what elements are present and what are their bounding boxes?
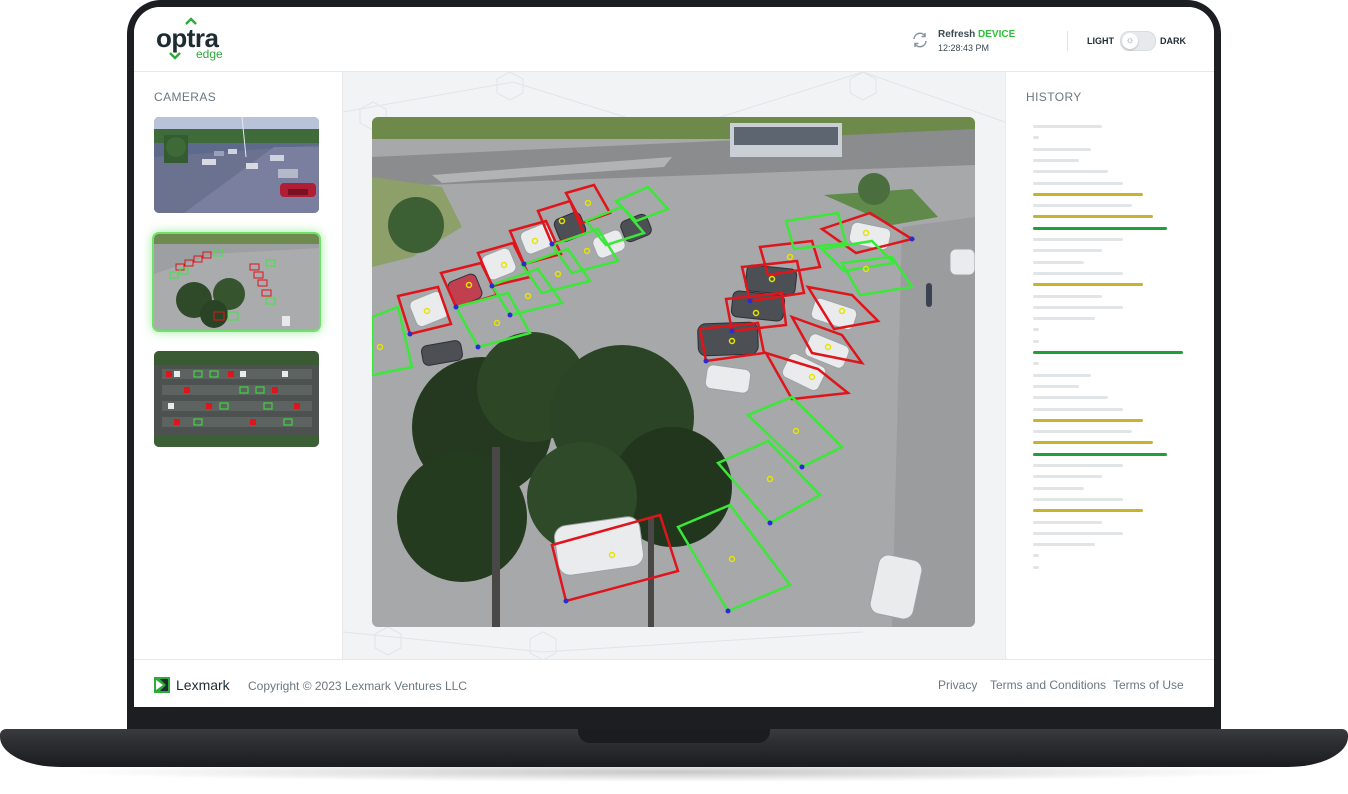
history-entry[interactable] <box>1033 464 1123 467</box>
camera-2-image <box>154 234 319 330</box>
logo-subtitle: edge <box>196 47 223 61</box>
history-entry[interactable] <box>1033 181 1123 185</box>
history-entry[interactable] <box>1033 531 1123 535</box>
history-entry[interactable] <box>1033 384 1079 388</box>
history-entry[interactable] <box>1033 147 1091 151</box>
history-entry[interactable] <box>1033 543 1095 547</box>
theme-dark-label[interactable]: DARK <box>1160 36 1186 46</box>
history-entry[interactable] <box>1033 238 1123 241</box>
history-entry[interactable] <box>1033 452 1167 456</box>
history-entry[interactable] <box>1033 158 1079 162</box>
history-entry[interactable] <box>1033 441 1153 445</box>
history-entry[interactable] <box>1033 283 1143 287</box>
history-entry[interactable] <box>1033 520 1102 524</box>
history-entry[interactable] <box>1033 351 1183 354</box>
history-entry[interactable] <box>1033 362 1039 366</box>
terms-and-conditions-link[interactable]: Terms and Conditions <box>990 678 1106 692</box>
cameras-title: CAMERAS <box>154 90 217 104</box>
history-entry[interactable] <box>1033 226 1167 230</box>
history-entry[interactable] <box>1033 305 1123 309</box>
camera-3-image <box>154 351 319 447</box>
refresh-label: Refresh DEVICE <box>938 29 1015 40</box>
app-screen: optra edge Refresh DEVICE 12:28:43 PM LI… <box>134 7 1214 707</box>
footer: Lexmark Copyright © 2023 Lexmark Venture… <box>134 659 1214 707</box>
copyright-text: Copyright © 2023 Lexmark Ventures LLC <box>248 679 467 693</box>
history-entry[interactable] <box>1033 509 1143 513</box>
camera-thumbnail-3[interactable] <box>154 351 319 447</box>
theme-toggle[interactable]: LIGHT ☼ DARK <box>1087 31 1187 51</box>
history-entry[interactable] <box>1033 554 1039 558</box>
history-entry[interactable] <box>1033 125 1102 128</box>
history-title: HISTORY <box>1026 90 1082 104</box>
camera-1-image <box>154 117 319 213</box>
history-entry[interactable] <box>1033 215 1153 219</box>
history-entry[interactable] <box>1033 339 1039 343</box>
camera-thumbnail-2[interactable] <box>154 234 319 330</box>
history-panel: HISTORY <box>1005 72 1214 659</box>
history-entry[interactable] <box>1033 475 1102 479</box>
laptop-notch <box>578 729 770 743</box>
history-entry[interactable] <box>1033 486 1084 490</box>
caret-down-icon <box>169 52 181 60</box>
lexmark-logo-icon <box>154 677 170 693</box>
history-entry[interactable] <box>1033 192 1143 196</box>
refresh-prefix: Refresh <box>938 29 976 40</box>
history-entry[interactable] <box>1033 170 1108 174</box>
theme-light-label[interactable]: LIGHT <box>1087 36 1114 46</box>
history-entry[interactable] <box>1033 260 1084 264</box>
sun-icon: ☼ <box>1122 33 1138 49</box>
parking-lot-image <box>372 117 975 627</box>
history-entry[interactable] <box>1033 249 1102 253</box>
history-entry[interactable] <box>1033 136 1039 140</box>
optra-edge-logo[interactable]: optra edge <box>156 17 236 63</box>
history-entry[interactable] <box>1033 317 1095 321</box>
live-camera-feed[interactable] <box>372 117 975 627</box>
brand-name: Lexmark <box>176 677 230 693</box>
main-view-area <box>343 72 1005 659</box>
header-divider <box>1067 31 1068 51</box>
camera-thumbnail-1[interactable] <box>154 117 319 213</box>
history-entry[interactable] <box>1033 497 1123 501</box>
top-bar: optra edge Refresh DEVICE 12:28:43 PM LI… <box>134 7 1214 72</box>
cameras-panel: CAMERAS <box>134 72 343 659</box>
refresh-icon <box>913 32 927 48</box>
history-entry[interactable] <box>1033 565 1039 569</box>
privacy-link[interactable]: Privacy <box>938 678 977 692</box>
refresh-timestamp: 12:28:43 PM <box>938 43 990 53</box>
history-entry[interactable] <box>1033 407 1123 411</box>
history-entry[interactable] <box>1033 430 1132 434</box>
history-entry[interactable] <box>1033 204 1132 208</box>
terms-of-use-link[interactable]: Terms of Use <box>1113 678 1184 692</box>
history-entry[interactable] <box>1033 294 1102 298</box>
history-entry[interactable] <box>1033 271 1123 275</box>
refresh-device-highlight: DEVICE <box>978 29 1016 40</box>
history-entry[interactable] <box>1033 328 1039 332</box>
theme-switch[interactable]: ☼ <box>1120 31 1156 51</box>
history-entry[interactable] <box>1033 418 1143 422</box>
history-entry[interactable] <box>1033 373 1091 377</box>
history-entry[interactable] <box>1033 396 1108 400</box>
